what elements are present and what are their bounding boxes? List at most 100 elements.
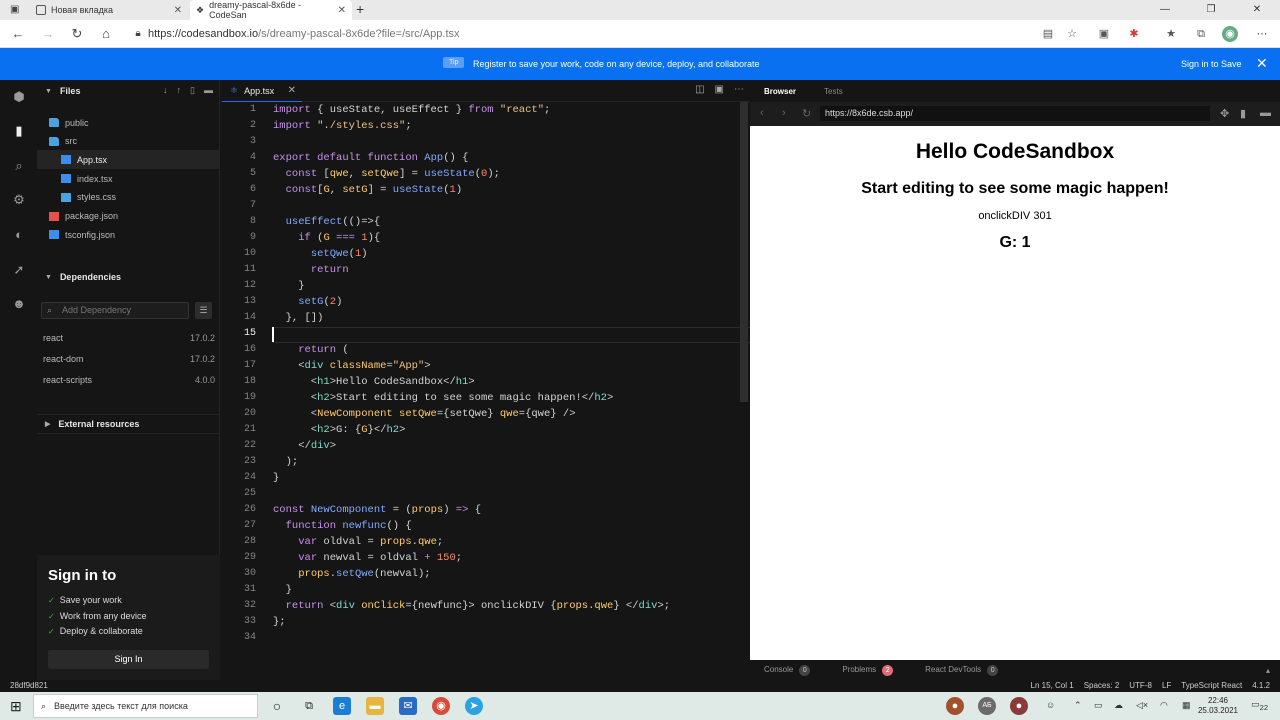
layout-icon[interactable]: ▬ [1260,107,1271,119]
dependency-item[interactable]: react-dom 17.0.2 [43,354,215,364]
favorites-icon[interactable]: ★ [1163,26,1179,42]
new-file-icon[interactable]: ▯ [190,85,195,96]
user-avatar-icon[interactable]: ● [946,697,964,715]
new-tab-button[interactable]: + [356,1,364,17]
gear-icon[interactable]: ⚙ [10,192,28,210]
typescript-version[interactable]: 4.1.2 [1252,681,1270,690]
search-icon[interactable]: ⌕ [10,158,28,176]
chrome-icon[interactable]: ◉ [432,697,450,715]
onclick-div[interactable]: onclickDIV 301 [750,210,1280,222]
taskbar-search[interactable]: ⌕ Введите здесь текст для поиска [33,694,258,718]
tab-tests[interactable]: Tests [810,87,857,96]
cortana-icon[interactable]: ○ [268,697,286,715]
tab-react-devtools[interactable]: React DevTools 0 [925,664,999,676]
notification-icon[interactable]: ▭22 [1251,699,1268,712]
user-photo-icon[interactable]: ● [1010,697,1028,715]
editor-tab-app-tsx[interactable]: ⚛ App.tsx ✕ [222,80,302,102]
external-resources-header[interactable]: ▶ External resources [37,414,220,434]
close-icon[interactable]: ✕ [1256,55,1268,72]
window-icon[interactable]: ▮ [1240,107,1246,120]
forward-icon[interactable]: → [38,24,58,44]
collections-icon[interactable]: ⧉ [1193,26,1209,42]
encoding[interactable]: UTF-8 [1129,681,1152,690]
battery-icon[interactable]: ▭ [1094,700,1103,711]
sign-in-to-save-link[interactable]: Sign in to Save [1181,59,1242,69]
edge-icon[interactable]: e [333,697,351,715]
add-dependency-input[interactable]: Add Dependency [41,302,189,319]
wifi-icon[interactable]: ◠ [1160,700,1168,711]
new-folder-icon[interactable]: ▬ [204,85,213,96]
close-window-button[interactable]: ✕ [1234,0,1280,20]
file-tree-item[interactable]: index.tsx [37,169,220,188]
github-icon[interactable]: ◐ [10,227,28,245]
extension-icon[interactable]: ▣ [1096,26,1112,42]
upload-icon[interactable]: ↑ [177,85,182,96]
task-view-icon[interactable]: ⧉ [300,697,318,715]
favorite-add-icon[interactable]: ☆ [1064,26,1080,42]
refresh-icon[interactable]: ↻ [802,107,811,120]
indentation[interactable]: Spaces: 2 [1084,681,1120,690]
telegram-icon[interactable]: ➤ [465,697,483,715]
keyboard-icon[interactable]: ▦ [1182,700,1191,711]
editor-scrollbar[interactable] [740,102,748,402]
tab-actions-icon[interactable]: ▣ [10,4,19,15]
browser-tab-codesandbox[interactable]: ❖ dreamy-pascal-8x6de - CodeSan ✕ [190,0,352,20]
user-initials-avatar[interactable]: АБ [978,697,996,715]
forward-icon[interactable]: › [782,107,786,119]
language-mode[interactable]: TypeScript React [1181,681,1242,690]
rocket-icon[interactable]: ➚ [10,262,28,280]
tab-problems[interactable]: Problems 2 [842,664,894,676]
cube-icon[interactable]: ⬢ [10,89,28,107]
split-view-icon[interactable]: ◫ [695,84,704,95]
sign-in-button[interactable]: Sign In [48,650,209,669]
file-icon[interactable]: ▮ [10,123,28,141]
tab-console[interactable]: Console 0 [764,664,811,676]
file-explorer-icon[interactable]: ▬ [366,697,384,715]
tray-chevron-up-icon[interactable]: ⌃ [1074,700,1082,711]
open-preview-icon[interactable]: ▣ [715,84,724,95]
back-icon[interactable]: ← [8,24,28,44]
extension-color-icon[interactable]: ✱ [1126,26,1142,42]
minimize-button[interactable]: — [1142,0,1188,20]
preview-url-input[interactable]: https://8x6de.csb.app/ [820,106,1210,121]
status-right: Ln 15, Col 1 Spaces: 2 UTF-8 LF TypeScri… [1031,681,1270,690]
close-icon[interactable]: ✕ [288,85,296,96]
url-field[interactable]: https://codesandbox.io/s/dreamy-pascal-8… [148,28,460,40]
reader-icon[interactable]: ▤ [1040,26,1056,42]
tab-browser[interactable]: Browser [750,87,810,96]
profile-avatar[interactable]: ◉ [1222,26,1238,42]
file-tree-item[interactable]: styles.css [37,188,220,207]
more-icon[interactable]: ⋯ [734,84,744,95]
file-tree-item[interactable]: public [37,113,220,132]
file-tree-item[interactable]: package.json [37,207,220,226]
dependency-item[interactable]: react 17.0.2 [43,333,215,343]
mail-icon[interactable]: ✉ [399,697,417,715]
download-icon[interactable]: ↓ [163,85,168,96]
dependency-item[interactable]: react-scripts 4.0.0 [43,375,215,385]
lock-icon[interactable]: 🔒︎ [128,24,148,44]
more-menu-icon[interactable]: ⋯ [1254,26,1270,42]
file-tree-item[interactable]: tsconfig.json [37,225,220,244]
start-icon[interactable]: ⊞ [10,698,22,715]
users-icon[interactable]: ☻ [10,296,28,314]
maximize-button[interactable]: ❐ [1188,0,1234,20]
file-tree-item[interactable]: src [37,132,220,151]
volume-muted-icon[interactable]: ◁× [1136,700,1148,711]
close-tab-icon[interactable]: ✕ [338,5,346,16]
onedrive-icon[interactable]: ☁ [1114,700,1123,711]
browser-tab-new-tab[interactable]: Новая вкладка ✕ [30,0,188,20]
reload-icon[interactable]: ↻ [67,24,87,44]
close-tab-icon[interactable]: ✕ [174,5,182,16]
file-tree-item[interactable]: App.tsx [37,150,220,170]
line-number: 7 [249,200,256,211]
line-ending[interactable]: LF [1162,681,1171,690]
target-icon[interactable]: ✥ [1220,107,1229,120]
back-icon[interactable]: ‹ [760,107,764,119]
home-icon[interactable]: ⌂ [96,24,116,44]
cursor-position[interactable]: Ln 15, Col 1 [1031,681,1074,690]
chevron-up-icon[interactable]: ▴ [1266,666,1270,675]
dependency-menu-button[interactable]: ☰ [195,302,212,319]
clock[interactable]: 22:46 25.03.2021 [1198,696,1238,716]
people-icon[interactable]: ☺ [1046,700,1055,710]
dependencies-section-header[interactable]: ▼ Dependencies [37,267,220,287]
